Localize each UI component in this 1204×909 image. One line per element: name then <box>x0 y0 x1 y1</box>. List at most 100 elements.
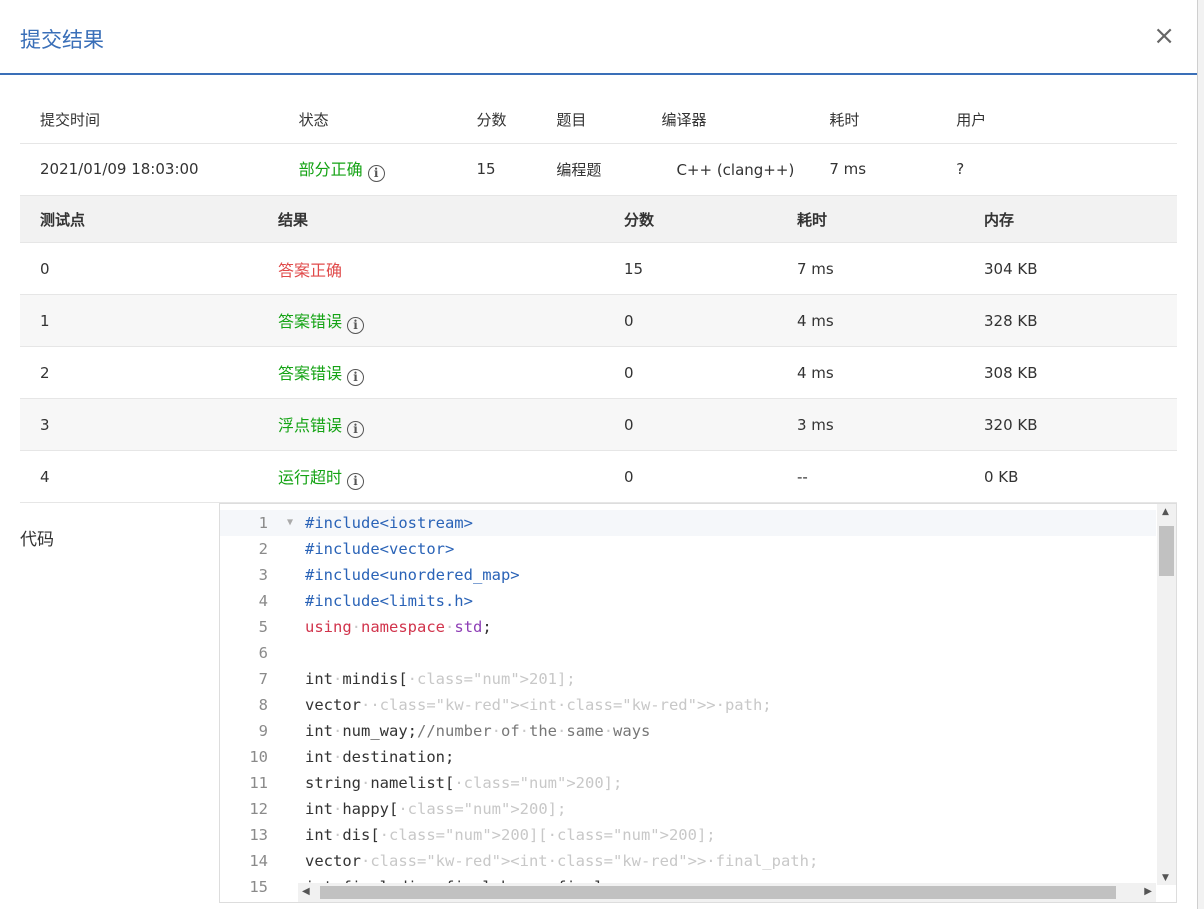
testcase-memory: 308 KB <box>984 363 1038 382</box>
header-testcase: 测试点 <box>20 195 258 243</box>
code-line[interactable]: 6 <box>220 640 1156 666</box>
problem-link[interactable]: 编程题 <box>556 161 601 179</box>
code-line[interactable]: 11 string·namelist[·class="num">200]; <box>220 770 1156 796</box>
line-number: 5 <box>258 618 268 636</box>
testcase-result: 浮点错误 i <box>258 399 604 451</box>
scroll-up-icon[interactable]: ▲ <box>1162 507 1169 517</box>
dialog-content: 提交时间 状态 分数 题目 编译器 耗时 用户 2021/01/09 18:03:… <box>20 96 1177 903</box>
testcase-score: 0 <box>624 363 634 382</box>
testcase-time: 7 ms <box>797 259 834 278</box>
testcase-id: 1 <box>40 311 50 330</box>
scroll-down-icon[interactable]: ▼ <box>1162 873 1169 883</box>
code-text: int·destination; <box>305 748 455 766</box>
testcase-result: 运行超时 i <box>258 451 604 503</box>
result-text[interactable]: 答案错误 <box>278 312 342 331</box>
code-text: int·happy[·class="num">200]; <box>305 800 567 818</box>
info-icon[interactable]: i <box>347 316 365 334</box>
testcase-time: 4 ms <box>797 311 834 330</box>
code-text: string·namelist[·class="num">200]; <box>305 774 623 792</box>
code-line[interactable]: 9 int·num_way;//number·of·the·same·ways <box>220 718 1156 744</box>
vertical-scroll-thumb[interactable] <box>1159 526 1174 576</box>
code-lines[interactable]: 1 ▼ #include<iostream> 2 #include<vector> 3 #i… <box>220 510 1156 900</box>
problem-compiler-cell: 编程题 C++ (clang++) <box>556 143 816 195</box>
horizontal-scroll-thumb[interactable] <box>320 886 1116 899</box>
result-text[interactable]: 答案错误 <box>278 364 342 383</box>
testcase-score: 0 <box>624 467 634 486</box>
scroll-right-icon[interactable]: ▶ <box>1144 886 1152 897</box>
summary-header-row: 提交时间 状态 分数 题目 编译器 耗时 用户 <box>20 96 1177 143</box>
info-icon[interactable]: i <box>347 368 365 386</box>
testcase-table: 测试点 结果 分数 耗时 内存 0 答案正确 15 7 ms 304 KB 1 … <box>20 195 1177 503</box>
code-text: int·num_way;//number·of·the·same·ways <box>305 722 651 740</box>
line-number: 12 <box>249 800 268 818</box>
code-text: #include<unordered_map> <box>305 566 520 584</box>
code-line[interactable]: 3 #include<unordered_map> <box>220 562 1156 588</box>
line-number: 10 <box>249 748 268 766</box>
header-elapsed: 耗时 <box>829 110 860 129</box>
code-line[interactable]: 14 vector·class="kw-red"><int·class="kw-r… <box>220 848 1156 874</box>
code-text: #include<iostream> <box>305 514 473 532</box>
info-icon[interactable]: i <box>347 420 365 438</box>
code-text: int·mindis[·class="num">201]; <box>305 670 576 688</box>
submission-result-dialog: 提交结果 × 提交时间 状态 分数 题目 编译器 耗时 用户 2021/01/09… <box>0 0 1198 909</box>
code-line[interactable]: 12 int·happy[·class="num">200]; <box>220 796 1156 822</box>
elapsed-value: 7 ms <box>829 160 867 179</box>
code-text: vector··class="kw-red"><int·class="kw-re… <box>305 696 772 714</box>
fold-arrow-icon[interactable]: ▼ <box>287 510 293 536</box>
summary-row: 2021/01/09 18:03:00 部分正确 i 15 编程题 C++ (cla… <box>20 143 1177 195</box>
scroll-left-icon[interactable]: ◀ <box>302 886 310 897</box>
header-user: 用户 <box>956 110 987 129</box>
header-submit-time: 提交时间 <box>40 110 101 129</box>
user-value[interactable]: ? <box>946 143 1177 195</box>
testcase-header-row: 测试点 结果 分数 耗时 内存 <box>20 195 1177 243</box>
code-line[interactable]: 4 #include<limits.h> <box>220 588 1156 614</box>
code-text: #include<vector> <box>305 540 455 558</box>
line-number: 14 <box>249 852 268 870</box>
line-number: 7 <box>258 670 268 688</box>
code-text: int·dis[·class="num">200][·class="num">2… <box>305 826 716 844</box>
code-line[interactable]: 7 int·mindis[·class="num">201]; <box>220 666 1156 692</box>
line-number: 15 <box>249 878 268 896</box>
close-button[interactable]: × <box>1153 22 1175 50</box>
testcase-score: 0 <box>624 415 634 434</box>
header-memory: 内存 <box>964 195 1177 243</box>
score-value: 15 <box>476 160 496 179</box>
testcase-row: 3 浮点错误 i 0 3 ms 320 KB <box>20 398 1177 451</box>
header-status: 状态 <box>298 110 329 129</box>
code-line[interactable]: 13 int·dis[·class="num">200][·class="num"… <box>220 822 1156 848</box>
status-text[interactable]: 部分正确 <box>299 160 363 179</box>
result-text: 答案正确 <box>278 260 343 280</box>
vertical-scrollbar[interactable]: ▲ ▼ <box>1157 504 1176 885</box>
testcase-memory: 328 KB <box>984 311 1038 330</box>
testcase-result: 答案错误 i <box>258 347 604 399</box>
code-text: using·namespace·std; <box>305 618 492 636</box>
testcase-memory: 304 KB <box>984 259 1038 278</box>
testcase-row: 2 答案错误 i 0 4 ms 308 KB <box>20 346 1177 399</box>
testcase-time: 4 ms <box>797 363 834 382</box>
line-number: 6 <box>258 644 268 662</box>
testcase-time: 3 ms <box>797 415 834 434</box>
testcase-row: 0 答案正确 15 7 ms 304 KB <box>20 242 1177 295</box>
submit-time: 2021/01/09 18:03:00 <box>40 160 199 179</box>
dialog-header: 提交结果 × <box>0 0 1197 75</box>
code-line[interactable]: 8 vector··class="kw-red"><int·class="kw-r… <box>220 692 1156 718</box>
horizontal-scrollbar[interactable]: ◀ ▶ <box>298 883 1156 902</box>
dialog-title: 提交结果 <box>20 28 104 52</box>
code-line[interactable]: 10 int·destination; <box>220 744 1156 770</box>
code-text: #include<limits.h> <box>305 592 473 610</box>
result-text[interactable]: 运行超时 <box>278 468 342 487</box>
info-icon[interactable]: i <box>367 165 385 183</box>
header-tc-score: 分数 <box>604 195 777 243</box>
code-editor[interactable]: 1 ▼ #include<iostream> 2 #include<vector> 3 #i… <box>219 503 1177 903</box>
line-number: 4 <box>258 592 268 610</box>
code-line[interactable]: 5 using·namespace·std; <box>220 614 1156 640</box>
code-line[interactable]: 1 ▼ #include<iostream> <box>220 510 1156 536</box>
info-icon[interactable]: i <box>347 472 365 490</box>
header-result: 结果 <box>258 195 604 243</box>
testcase-memory: 320 KB <box>984 415 1038 434</box>
code-line[interactable]: 2 #include<vector> <box>220 536 1156 562</box>
line-number: 8 <box>258 696 268 714</box>
result-text[interactable]: 浮点错误 <box>278 416 342 435</box>
line-number: 13 <box>249 826 268 844</box>
code-label: 代码 <box>20 530 54 550</box>
